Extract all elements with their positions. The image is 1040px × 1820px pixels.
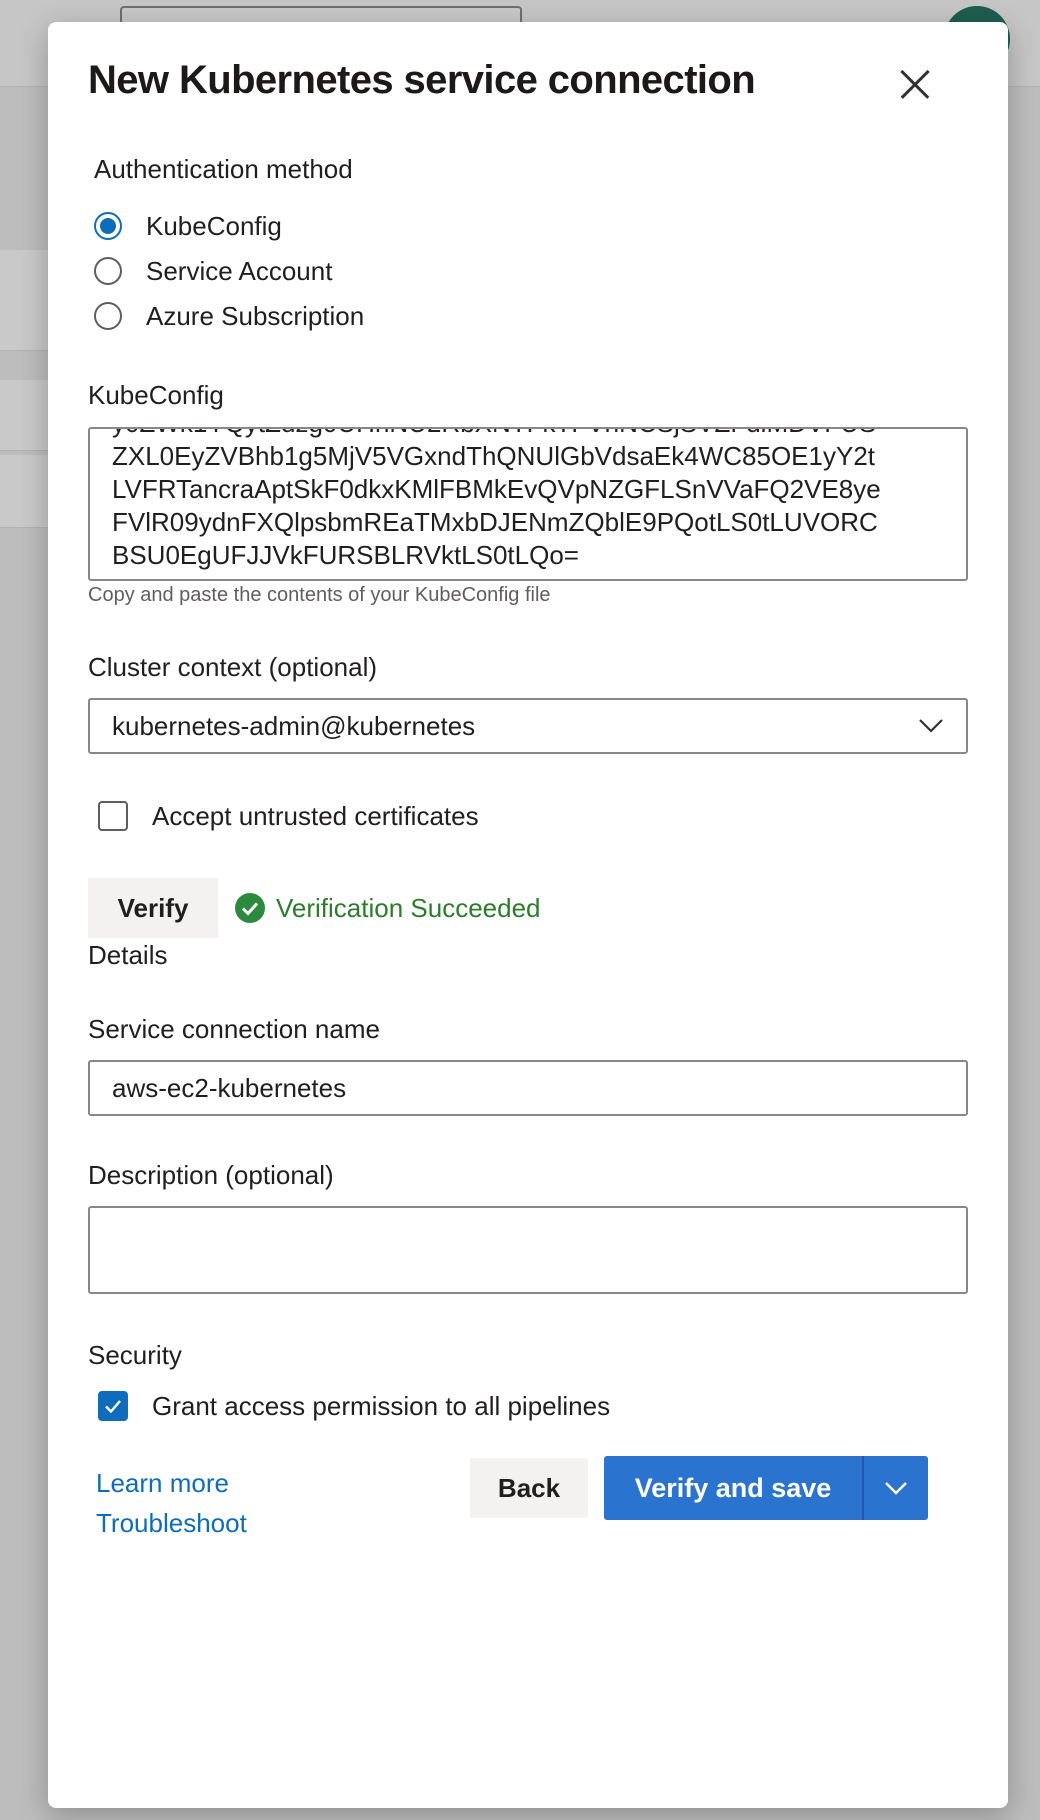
radio-unselected-icon [94, 302, 122, 330]
cluster-context-dropdown[interactable]: kubernetes-admin@kubernetes [88, 698, 968, 754]
details-heading: Details [88, 940, 168, 970]
save-options-dropdown-button[interactable] [864, 1456, 928, 1520]
auth-method-label: Authentication method [94, 154, 353, 184]
connection-name-input[interactable]: aws-ec2-kubernetes [88, 1060, 968, 1116]
radio-unselected-icon [94, 257, 122, 285]
cluster-context-value: kubernetes-admin@kubernetes [112, 710, 476, 741]
service-connection-dialog: New Kubernetes service connection Authen… [48, 22, 1008, 1808]
radio-azure-subscription[interactable]: Azure Subscription [94, 298, 364, 334]
troubleshoot-link[interactable]: Troubleshoot [96, 1508, 247, 1539]
kubeconfig-label: KubeConfig [88, 380, 224, 410]
radio-label: Azure Subscription [146, 300, 365, 331]
verify-and-save-button[interactable]: Verify and save [604, 1456, 862, 1520]
accept-untrusted-checkbox[interactable]: Accept untrusted certificates [98, 798, 479, 834]
kubeconfig-textarea[interactable]: y0ZWk1YQytZdzg0UHhNU2RbXNTFkTFVhNCSjSVZF… [88, 427, 968, 581]
kubeconfig-hint: Copy and paste the contents of your Kube… [88, 584, 551, 606]
radio-kubeconfig[interactable]: KubeConfig [94, 208, 282, 244]
cluster-context-label: Cluster context (optional) [88, 652, 378, 682]
verification-status-text: Verification Succeeded [276, 892, 541, 923]
description-label: Description (optional) [88, 1160, 334, 1190]
checkbox-label: Accept untrusted certificates [152, 800, 479, 831]
security-heading: Security [88, 1340, 182, 1370]
connection-name-value: aws-ec2-kubernetes [112, 1072, 347, 1103]
verification-status: Verification Succeeded [234, 892, 541, 924]
kubeconfig-text: y0ZWk1YQytZdzg0UHhNU2RbXNTFkTFVhNCSjSVZF… [112, 429, 881, 570]
connection-name-label: Service connection name [88, 1014, 380, 1044]
chevron-down-icon [885, 1482, 907, 1495]
checkbox-label: Grant access permission to all pipelines [152, 1390, 611, 1421]
verify-button[interactable]: Verify [88, 878, 218, 938]
description-input[interactable] [88, 1206, 968, 1294]
radio-label: Service Account [146, 255, 333, 286]
checkmark-icon [105, 1400, 121, 1414]
radio-selected-icon [94, 212, 122, 240]
radio-service-account[interactable]: Service Account [94, 253, 332, 289]
check-circle-icon [235, 893, 265, 923]
dialog-title: New Kubernetes service connection [88, 58, 756, 102]
grant-access-checkbox[interactable]: Grant access permission to all pipelines [98, 1388, 610, 1424]
radio-label: KubeConfig [146, 210, 282, 241]
back-button[interactable]: Back [470, 1458, 588, 1518]
chevron-down-icon [919, 719, 943, 733]
learn-more-link[interactable]: Learn more [96, 1468, 229, 1499]
checkbox-checked-icon [98, 1391, 128, 1421]
close-icon[interactable] [894, 64, 934, 104]
checkbox-unchecked-icon [98, 801, 128, 831]
